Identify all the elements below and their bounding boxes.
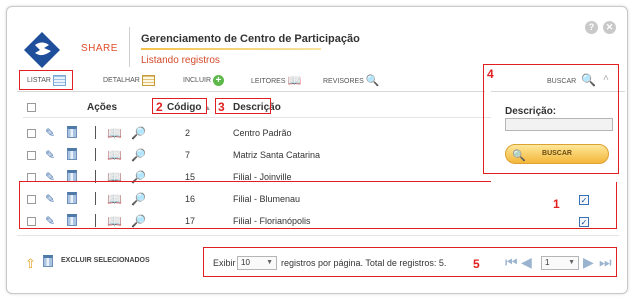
help-icon[interactable]: ? <box>585 21 598 34</box>
header: SHARE Gerenciamento de Centro de Partici… <box>7 7 627 69</box>
tab-label: LEITORES <box>251 77 286 85</box>
edit-icon[interactable]: ✎ <box>45 126 55 140</box>
footer-rule <box>17 235 619 236</box>
share-logo-icon <box>24 32 60 68</box>
callout-2: 2 <box>156 100 163 114</box>
trash-icon[interactable] <box>67 126 77 138</box>
row-description: Matriz Santa Catarina <box>233 150 321 160</box>
callout-box-listar <box>19 70 73 90</box>
row-checkbox[interactable] <box>27 129 36 138</box>
close-icon[interactable]: ✕ <box>603 21 616 34</box>
trash-icon[interactable] <box>67 148 77 160</box>
edit-icon[interactable]: ✎ <box>45 148 55 162</box>
callout-3: 3 <box>218 100 225 114</box>
detail-icon <box>141 74 155 86</box>
tab-underline <box>17 91 485 92</box>
reviewers-icon[interactable]: 🔎 <box>131 126 146 140</box>
row-checkbox[interactable] <box>27 151 36 160</box>
tab-detalhar[interactable]: DETALHAR <box>103 71 155 91</box>
readers-icon[interactable]: 📖 <box>107 126 122 140</box>
col-actions: Ações <box>87 102 118 113</box>
tab-label: DETALHAR <box>103 77 140 84</box>
page-title: Gerenciamento de Centro de Participação <box>141 33 360 45</box>
row-description: Centro Padrão <box>233 128 292 138</box>
add-icon: + <box>212 74 224 86</box>
row-divider <box>95 148 96 161</box>
select-all-checkbox[interactable] <box>27 103 36 112</box>
callout-4: 4 <box>487 67 494 81</box>
app-window: SHARE Gerenciamento de Centro de Partici… <box>6 6 628 294</box>
readers-icon: 📖 <box>287 75 302 87</box>
header-divider <box>129 27 130 67</box>
tab-incluir[interactable]: INCLUIR + <box>183 71 224 91</box>
title-underline <box>141 48 321 50</box>
tab-revisores[interactable]: REVISORES 🔍 <box>323 71 380 91</box>
row-code: 2 <box>185 128 191 138</box>
row-divider <box>95 126 96 139</box>
callout-box-selected-rows <box>19 181 617 229</box>
callout-box-pagination <box>203 247 617 277</box>
tab-label: REVISORES <box>323 77 364 85</box>
up-arrow-icon[interactable]: ⇧ <box>25 256 36 272</box>
callout-box-search <box>483 64 619 174</box>
reviewers-icon[interactable]: 🔎 <box>131 148 146 162</box>
delete-selected-link[interactable]: EXCLUIR SELECIONADOS <box>61 257 150 264</box>
brand-name: SHARE <box>81 43 118 54</box>
callout-5: 5 <box>473 257 480 271</box>
reviewers-icon: 🔍 <box>365 75 380 87</box>
tab-label: INCLUIR <box>183 77 212 84</box>
row-code: 7 <box>185 150 191 160</box>
tab-leitores[interactable]: LEITORES 📖 <box>251 71 301 91</box>
readers-icon[interactable]: 📖 <box>107 148 122 162</box>
delete-trash-icon[interactable] <box>43 255 53 267</box>
tab-bar: LISTAR DETALHAR INCLUIR + LEITORES 📖 REV… <box>23 71 483 91</box>
page-subtitle: Listando registros <box>141 55 220 66</box>
callout-1: 1 <box>553 197 560 211</box>
